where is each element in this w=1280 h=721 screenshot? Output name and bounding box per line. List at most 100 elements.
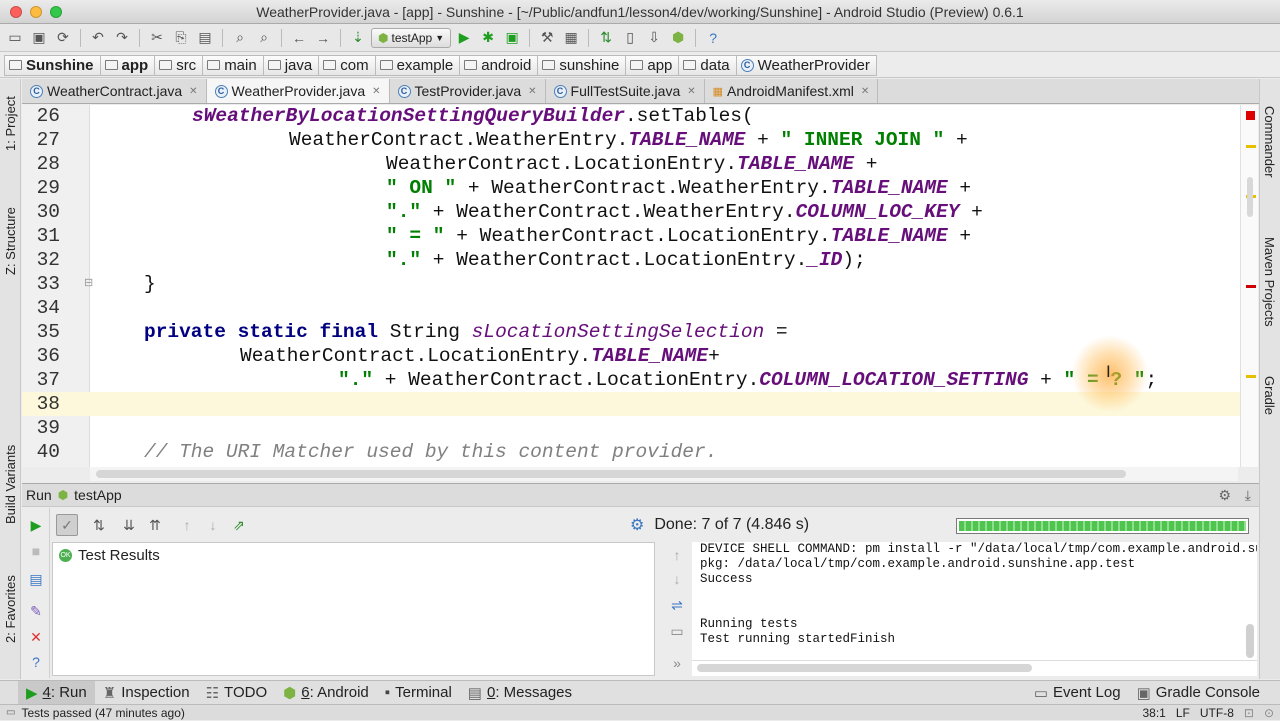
close-icon[interactable]: ✕: [861, 86, 869, 97]
tab-structure[interactable]: Z: Structure: [0, 187, 21, 295]
tab-commander[interactable]: Commander: [1259, 87, 1280, 197]
editor-error-stripe[interactable]: [1240, 105, 1258, 467]
scroll-thumb[interactable]: [96, 470, 1126, 478]
sdk-manager-icon[interactable]: ⇩: [643, 27, 665, 49]
tab-todo[interactable]: ☷ TODO: [198, 681, 276, 705]
close-icon[interactable]: ✕: [687, 86, 695, 97]
test-results-tree[interactable]: OK Test Results: [52, 542, 655, 676]
tab-weathercontract[interactable]: C WeatherContract.java ✕: [22, 79, 207, 103]
breadcrumb-item[interactable]: app: [626, 54, 680, 76]
error-marker[interactable]: [1246, 111, 1255, 120]
sync-icon[interactable]: ⟳: [52, 27, 74, 49]
tab-gradle-console[interactable]: ▣ Gradle Console: [1129, 681, 1268, 705]
caret-position[interactable]: 38:1: [1143, 706, 1166, 720]
paste-icon[interactable]: ▤: [194, 27, 216, 49]
save-icon[interactable]: ▣: [28, 27, 50, 49]
close-icon[interactable]: ✕: [27, 628, 45, 646]
file-encoding[interactable]: UTF-8: [1200, 706, 1234, 720]
undo-icon[interactable]: ↶: [87, 27, 109, 49]
breadcrumb-item[interactable]: main: [203, 54, 264, 76]
settings-gear-icon[interactable]: ⚙: [1218, 487, 1231, 504]
scroll-thumb[interactable]: [697, 664, 1032, 672]
breadcrumb-item[interactable]: android: [460, 54, 539, 76]
tab-androidmanifest[interactable]: ▦ AndroidManifest.xml ✕: [705, 79, 879, 103]
fold-marker-icon[interactable]: ⊟: [84, 272, 93, 296]
lock-icon[interactable]: ⊡: [1244, 706, 1254, 720]
run-icon[interactable]: ▶: [453, 27, 475, 49]
code-editor[interactable]: 26 sWeatherByLocationSettingQueryBuilder.…: [22, 105, 1240, 467]
back-icon[interactable]: ←: [288, 27, 310, 49]
breadcrumb-item[interactable]: com: [319, 54, 376, 76]
soft-wrap-icon[interactable]: ⇌: [668, 596, 686, 614]
tab-maven-projects[interactable]: Maven Projects: [1259, 219, 1280, 344]
breadcrumb-item[interactable]: example: [375, 54, 461, 76]
monitor-icon[interactable]: ⬢: [667, 27, 689, 49]
clear-console-icon[interactable]: ▭: [668, 622, 686, 640]
tab-fulltestsuite[interactable]: C FullTestSuite.java ✕: [546, 79, 705, 103]
close-window-button[interactable]: [10, 5, 22, 18]
settings-wrench-icon[interactable]: ⚒: [536, 27, 558, 49]
scroll-thumb[interactable]: [1247, 177, 1253, 217]
warning-marker[interactable]: [1246, 375, 1256, 378]
forward-icon[interactable]: →: [312, 27, 334, 49]
breadcrumb-item[interactable]: Sunshine: [4, 54, 101, 76]
previous-icon[interactable]: ↑: [176, 514, 198, 536]
tab-terminal[interactable]: ▪ Terminal: [377, 681, 460, 705]
rerun-icon[interactable]: ▶: [27, 516, 45, 534]
close-icon[interactable]: ✕: [372, 86, 380, 97]
attach-debugger-icon[interactable]: ▣: [501, 27, 523, 49]
sort-alpha-icon[interactable]: ⇅: [88, 514, 110, 536]
status-message[interactable]: Tests passed (47 minutes ago): [21, 706, 184, 720]
tab-build-variants[interactable]: Build Variants: [0, 429, 21, 539]
breadcrumb-item[interactable]: java: [263, 54, 320, 76]
tab-event-log[interactable]: ▭ Event Log: [1026, 681, 1129, 705]
console-horizontal-scrollbar[interactable]: [692, 660, 1257, 676]
warning-marker[interactable]: [1246, 145, 1256, 148]
copy-icon[interactable]: ⎘: [170, 27, 192, 49]
panel-toggle-icon[interactable]: ▭: [6, 707, 15, 718]
console-vertical-scroll-thumb[interactable]: [1246, 624, 1254, 658]
scroll-up-icon[interactable]: ↑: [668, 546, 686, 564]
run-config-select[interactable]: ⬢ testApp ▼: [371, 27, 452, 48]
tab-run[interactable]: ▶ 4: Run: [18, 680, 95, 705]
help-icon[interactable]: ?: [27, 653, 45, 671]
zoom-window-button[interactable]: [50, 5, 62, 18]
line-separator[interactable]: LF: [1176, 706, 1190, 720]
pin-icon[interactable]: ✎: [27, 602, 45, 620]
open-folder-icon[interactable]: ▭: [4, 27, 26, 49]
tab-gradle[interactable]: Gradle: [1259, 361, 1280, 431]
layout-icon[interactable]: ▤: [27, 570, 45, 588]
cut-icon[interactable]: ✂: [146, 27, 168, 49]
tab-android[interactable]: ⬢ 6: Android: [275, 681, 377, 705]
breadcrumb-item[interactable]: sunshine: [538, 54, 627, 76]
tree-item-test-results[interactable]: OK Test Results: [59, 545, 160, 565]
editor-horizontal-scrollbar[interactable]: [90, 467, 1238, 481]
project-structure-icon[interactable]: ▦: [560, 27, 582, 49]
tab-favorites[interactable]: 2: Favorites: [0, 564, 21, 654]
breadcrumb-item[interactable]: src: [155, 54, 204, 76]
tab-messages[interactable]: ▤ 0: Messages: [460, 681, 580, 705]
error-marker[interactable]: [1246, 285, 1256, 288]
settings-gear-icon[interactable]: ⚙: [630, 515, 644, 535]
tab-project[interactable]: 1: Project: [0, 85, 21, 163]
hide-panel-icon[interactable]: ⤓: [1245, 487, 1251, 504]
breadcrumb-item[interactable]: C WeatherProvider: [736, 54, 877, 76]
run-config-name[interactable]: testApp: [74, 487, 121, 503]
replace-icon[interactable]: ⌕: [253, 27, 275, 49]
scroll-end-icon[interactable]: »: [668, 654, 686, 672]
close-icon[interactable]: ✕: [189, 86, 197, 97]
avd-manager-icon[interactable]: ▯: [619, 27, 641, 49]
help-icon[interactable]: ?: [702, 27, 724, 49]
close-icon[interactable]: ✕: [528, 86, 536, 97]
next-icon[interactable]: ↓: [202, 514, 224, 536]
tab-weatherprovider[interactable]: C WeatherProvider.java ✕: [206, 79, 390, 103]
scroll-down-icon[interactable]: ↓: [668, 570, 686, 588]
tab-testprovider[interactable]: C TestProvider.java ✕: [390, 79, 546, 103]
collapse-all-icon[interactable]: ⇈: [144, 514, 166, 536]
stop-icon[interactable]: ■: [27, 542, 45, 560]
breadcrumb-item[interactable]: app: [100, 54, 156, 76]
tab-inspection[interactable]: ♜ Inspection: [95, 681, 198, 705]
breadcrumb-item[interactable]: data: [679, 54, 737, 76]
minimize-window-button[interactable]: [30, 5, 42, 18]
sync-gradle-icon[interactable]: ⇅: [595, 27, 617, 49]
